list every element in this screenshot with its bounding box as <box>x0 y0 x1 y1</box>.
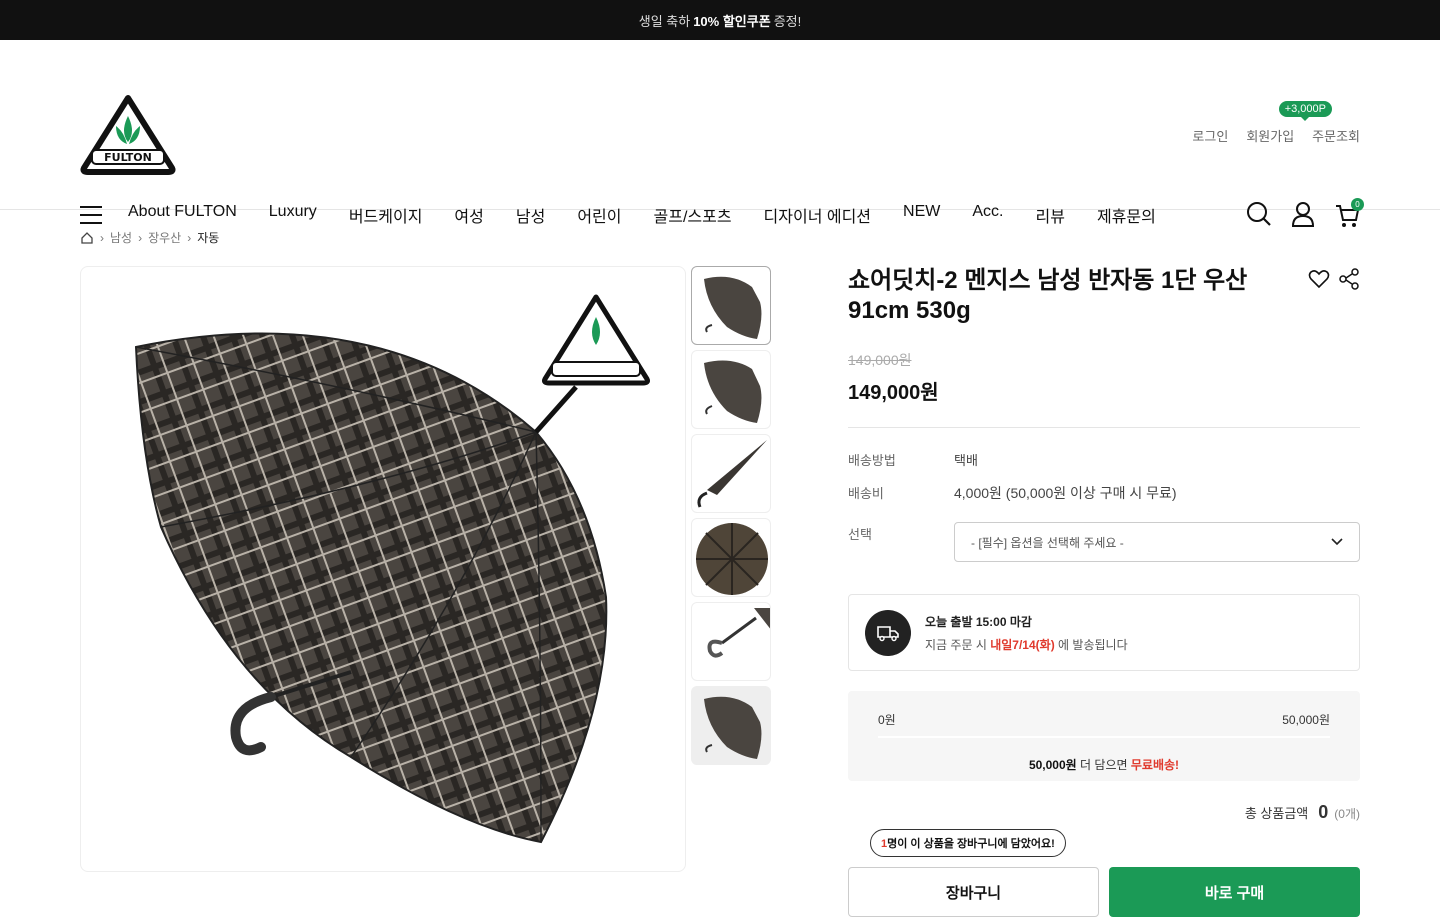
join-link[interactable]: 회원가입 <box>1246 126 1294 145</box>
nav-item-golf[interactable]: 골프/스포츠 <box>654 203 732 227</box>
free-ship-amount: 50,000원 <box>1028 758 1077 772</box>
shipping-fee-value: 4,000원 (50,000원 이상 구매 시 무료) <box>954 485 1177 501</box>
thumbnail-4[interactable] <box>691 518 771 597</box>
option-label: 선택 <box>848 527 872 542</box>
chevron-down-icon <box>1331 538 1343 546</box>
menu-icon[interactable] <box>80 206 102 224</box>
option-select[interactable]: - [필수] 옵션을 선택해 주세요 - <box>954 522 1360 562</box>
nav-item-review[interactable]: 리뷰 <box>1036 203 1065 227</box>
logo-text: FULTON <box>104 151 152 164</box>
promo-text-post: 증정! <box>773 13 802 29</box>
thumbnail-2[interactable] <box>691 350 771 429</box>
dispatch-notice: 오늘 출발 15:00 마감 지금 주문 시 내일7/14(화) 에 발송됩니다 <box>848 594 1360 671</box>
dispatch-title: 오늘 출발 15:00 마감 <box>925 614 1032 629</box>
shipping-fee-label: 배송비 <box>848 486 884 501</box>
thumbnail-6[interactable] <box>691 686 771 765</box>
heart-icon[interactable] <box>1308 268 1330 290</box>
original-price: 149,000원 <box>848 352 912 368</box>
truck-icon <box>865 609 911 656</box>
home-icon[interactable] <box>80 231 94 245</box>
breadcrumb-auto[interactable]: 자동 <box>197 229 219 246</box>
chevron-right-icon: › <box>138 230 143 245</box>
cart-social-tooltip: 1명이 이 상품을 장바구니에 담았어요! <box>870 829 1066 857</box>
point-badge: +3,000P <box>1278 101 1332 121</box>
promo-banner: 생일 축하 10% 할인쿠폰 증정! <box>0 0 1440 40</box>
breadcrumb: › 남성 › 장우산 › 자동 <box>80 229 219 246</box>
divider <box>848 427 1360 428</box>
utility-links: 로그인 회원가입 주문조회 <box>1192 126 1360 145</box>
free-shipping-progress: 0원 50,000원 50,000원 더 담으면 무료배송! <box>848 691 1360 781</box>
nav-item-acc[interactable]: Acc. <box>972 203 1003 227</box>
chevron-right-icon: › <box>187 230 192 245</box>
progress-min: 0원 <box>878 713 896 727</box>
nav-item-designer[interactable]: 디자이너 에디션 <box>764 203 872 227</box>
breadcrumb-men[interactable]: 남성 <box>110 229 132 246</box>
main-nav: About FULTON Luxury 버드케이지 여성 남성 어린이 골프/스… <box>80 200 1156 230</box>
promo-text-bold: 10% 할인쿠폰 <box>693 13 771 29</box>
total-amount: 0 <box>1318 802 1329 822</box>
buy-now-button[interactable]: 바로 구매 <box>1109 867 1360 917</box>
total-label: 총 상품금액 <box>1244 806 1309 821</box>
nav-item-new[interactable]: NEW <box>903 203 940 227</box>
order-lookup-link[interactable]: 주문조회 <box>1312 126 1360 145</box>
sale-price: 149,000원 <box>848 382 939 404</box>
nav-item-about[interactable]: About FULTON <box>128 203 237 227</box>
login-link[interactable]: 로그인 <box>1192 126 1228 145</box>
dispatch-text-pre: 지금 주문 시 <box>925 637 987 652</box>
free-ship-label: 무료배송! <box>1130 758 1180 772</box>
add-to-cart-button[interactable]: 장바구니 <box>848 867 1099 917</box>
total-count: (0개) <box>1334 807 1360 821</box>
option-select-value: - [필수] 옵션을 선택해 주세요 - <box>971 535 1124 550</box>
thumbnail-5[interactable] <box>691 602 771 681</box>
main-product-image[interactable] <box>80 266 686 872</box>
nav-item-men[interactable]: 남성 <box>516 203 545 227</box>
search-icon[interactable] <box>1246 200 1272 228</box>
total-price: 총 상품금액 0 (0개) <box>1245 802 1360 823</box>
free-ship-mid: 더 담으면 <box>1080 758 1128 772</box>
breadcrumb-long-umbrella[interactable]: 장우산 <box>148 229 181 246</box>
shipping-method-value: 택배 <box>954 453 978 468</box>
nav-item-birdcage[interactable]: 버드케이지 <box>349 203 423 227</box>
fulton-logo[interactable]: FULTON <box>80 94 176 176</box>
thumbnail-list <box>691 266 771 765</box>
nav-item-partnership[interactable]: 제휴문의 <box>1097 203 1156 227</box>
share-icon[interactable] <box>1338 268 1360 290</box>
tooltip-text: 명이 이 상품을 장바구니에 담았어요! <box>887 838 1055 850</box>
chevron-right-icon: › <box>100 230 104 245</box>
cart-count-badge: 0 <box>1351 198 1364 211</box>
product-info: 쇼어딧치-2 멘지스 남성 반자동 1단 우산 91cm 530g 149,00… <box>848 266 1360 917</box>
nav-item-women[interactable]: 여성 <box>454 203 483 227</box>
header-icons: 0 <box>1246 198 1364 228</box>
nav-item-kids[interactable]: 어린이 <box>577 203 621 227</box>
site-header: FULTON +3,000P 로그인 회원가입 주문조회 About FULTO… <box>0 40 1440 227</box>
progress-max: 50,000원 <box>1282 713 1330 727</box>
promo-text-pre: 생일 축하 <box>638 13 691 29</box>
cart-icon[interactable]: 0 <box>1334 198 1364 228</box>
nav-item-luxury[interactable]: Luxury <box>269 203 317 227</box>
progress-bar <box>878 736 1330 738</box>
thumbnail-3[interactable] <box>691 434 771 513</box>
product-title: 쇼어딧치-2 멘지스 남성 반자동 1단 우산 91cm 530g <box>848 267 1248 324</box>
dispatch-text-post: 에 발송됩니다 <box>1058 637 1128 652</box>
shipping-method-label: 배송방법 <box>848 453 896 468</box>
purchase-buttons: 장바구니 바로 구매 <box>848 867 1360 917</box>
dispatch-date: 내일7/14(화) <box>990 637 1055 652</box>
user-icon[interactable] <box>1290 200 1316 228</box>
thumbnail-1[interactable] <box>691 266 771 345</box>
